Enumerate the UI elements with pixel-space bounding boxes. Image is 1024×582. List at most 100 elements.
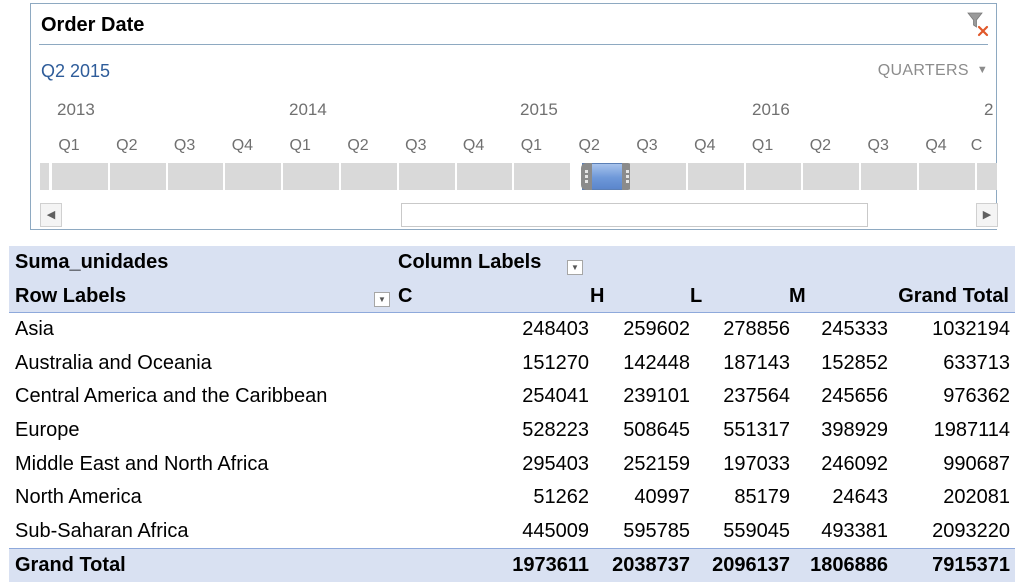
quarter-label[interactable]: Q1 (40, 137, 98, 155)
column-header-h: H (590, 284, 605, 307)
grand-total-row: Grand Total 1973611 2038737 2096137 1806886 7… (9, 548, 1015, 582)
value-cell: 990687 (943, 452, 1010, 475)
timeline-bar[interactable] (456, 163, 513, 190)
quarter-label[interactable]: Q2 (791, 137, 849, 155)
timeline-bar[interactable] (976, 163, 997, 190)
value-cell: 245656 (821, 385, 888, 408)
timeline-bar[interactable] (341, 163, 397, 190)
quarter-label[interactable]: Q1 (502, 137, 560, 155)
timeline-bar[interactable] (687, 163, 744, 190)
column-header-l: L (690, 284, 703, 307)
table-row: Sub-Saharan Africa 445009 595785 559045 4933… (9, 515, 1015, 549)
handle-grip (585, 175, 589, 178)
table-row: Australia and Oceania 151270 142448 187143 1… (9, 347, 1015, 381)
timeline-bar[interactable] (514, 163, 571, 190)
value-field-label: Suma_unidades (15, 251, 169, 273)
column-header-m: M (789, 284, 806, 307)
pivot-header-row-2: Row Labels ▼ C H L M Grand Total (9, 279, 1015, 314)
handle-grip (626, 175, 629, 178)
row-filter-dropdown-icon[interactable]: ▼ (374, 291, 390, 307)
selection-handle-left[interactable] (581, 163, 593, 190)
timeline-bar[interactable] (40, 163, 49, 190)
timeline-bar[interactable] (109, 163, 166, 190)
row-label: Europe (15, 418, 80, 441)
timeline-bar[interactable] (52, 163, 108, 190)
selection-label: Q2 2015 (41, 61, 111, 81)
value-cell: 246092 (821, 452, 888, 475)
quarter-labels: Q1 Q2 Q3 Q4 Q1 Q2 Q3 Q4 Q1 Q2 Q3 Q4 Q1 Q2 Q3 Q4 C (31, 137, 996, 157)
timeline-bar[interactable] (167, 163, 224, 190)
quarter-label[interactable]: Q4 (213, 137, 271, 155)
timeline-bar[interactable] (803, 163, 860, 190)
row-label: Middle East and North Africa (15, 452, 269, 475)
year-label: 2015 (520, 100, 558, 119)
timeline-slicer: Order Date Q2 2015 QUARTERS ▼ 2013 2014 201… (30, 3, 998, 230)
table-row: Asia 248403 259602 278856 245333 1032194 (9, 313, 1015, 347)
timeline-bar[interactable] (919, 163, 975, 190)
quarter-label[interactable]: Q4 (445, 137, 503, 155)
quarter-label[interactable]: Q2 (560, 137, 618, 155)
handle-grip (585, 180, 589, 183)
value-cell: 152852 (821, 351, 888, 374)
table-row: Europe 528223 508645 551317 398929 1987114 (9, 414, 1015, 448)
quarter-label[interactable]: C (971, 137, 993, 155)
quarter-label[interactable]: Q1 (271, 137, 329, 155)
header-divider (39, 44, 988, 45)
column-filter-dropdown-icon[interactable]: ▼ (567, 260, 583, 275)
timeline-bar[interactable] (861, 163, 917, 190)
value-cell: 976362 (943, 385, 1010, 408)
timeline-bar[interactable] (283, 163, 339, 190)
year-label: 2016 (752, 100, 790, 119)
year-label: 2 (984, 100, 994, 119)
quarter-label[interactable]: Q2 (329, 137, 387, 155)
timeline-scrollbar[interactable]: ◀ ▶ (40, 203, 998, 229)
value-cell: 202081 (943, 486, 1010, 509)
table-row: North America 51262 40997 85179 24643 202081 (9, 481, 1015, 515)
timeline-bar[interactable] (398, 163, 455, 190)
chevron-down-icon: ▼ (976, 64, 988, 76)
column-header-grand-total: Grand Total (898, 284, 1009, 307)
year-label: 2014 (289, 100, 327, 119)
pivot-body: Asia 248403 259602 278856 245333 1032194 Austr… (9, 313, 1015, 548)
row-labels-header: Row Labels (15, 284, 127, 307)
value-cell: 633713 (943, 351, 1010, 374)
timeline-bar[interactable] (745, 163, 802, 190)
row-label: North America (15, 486, 142, 509)
column-labels-header: Column Labels (398, 251, 542, 273)
timeline-bar[interactable] (225, 163, 282, 190)
value-cell: 245333 (821, 318, 888, 341)
slicer-title: Order Date (41, 14, 145, 36)
value-cell: 2093220 (932, 519, 1010, 542)
scroll-left-icon[interactable]: ◀ (40, 203, 62, 227)
value-cell: 1032194 (932, 318, 1010, 341)
quarter-label[interactable]: Q3 (618, 137, 676, 155)
column-header-c: C (398, 284, 413, 307)
slicer-header: Order Date (31, 4, 996, 46)
row-label: Australia and Oceania (15, 351, 212, 374)
scroll-right-icon[interactable]: ▶ (976, 203, 998, 227)
time-level-dropdown[interactable]: QUARTERS ▼ (878, 62, 988, 80)
value-cell: 398929 (821, 418, 888, 441)
handle-grip (585, 170, 589, 173)
quarter-label[interactable]: Q2 (98, 137, 156, 155)
handle-grip (626, 170, 629, 173)
row-label: Asia (15, 318, 54, 341)
value-cell: 1806886 (810, 554, 888, 577)
handle-grip (626, 180, 629, 183)
year-label: 2013 (57, 100, 95, 119)
table-row: Central America and the Caribbean 254041 2… (9, 380, 1015, 414)
filter-clear-icon[interactable] (966, 11, 990, 37)
timeline-bar[interactable] (630, 163, 686, 190)
value-cell: 24643 (832, 486, 888, 509)
quarter-label[interactable]: Q4 (676, 137, 734, 155)
timeline-bars (40, 163, 998, 190)
row-label: Grand Total (15, 554, 126, 577)
quarter-label[interactable]: Q3 (849, 137, 907, 155)
quarter-label[interactable]: Q1 (734, 137, 792, 155)
quarter-label[interactable]: Q4 (907, 137, 965, 155)
scroll-thumb[interactable] (401, 203, 868, 227)
value-cell: 1987114 (933, 418, 1010, 441)
time-level-label: QUARTERS (877, 62, 969, 79)
quarter-label[interactable]: Q3 (387, 137, 445, 155)
quarter-label[interactable]: Q3 (156, 137, 214, 155)
